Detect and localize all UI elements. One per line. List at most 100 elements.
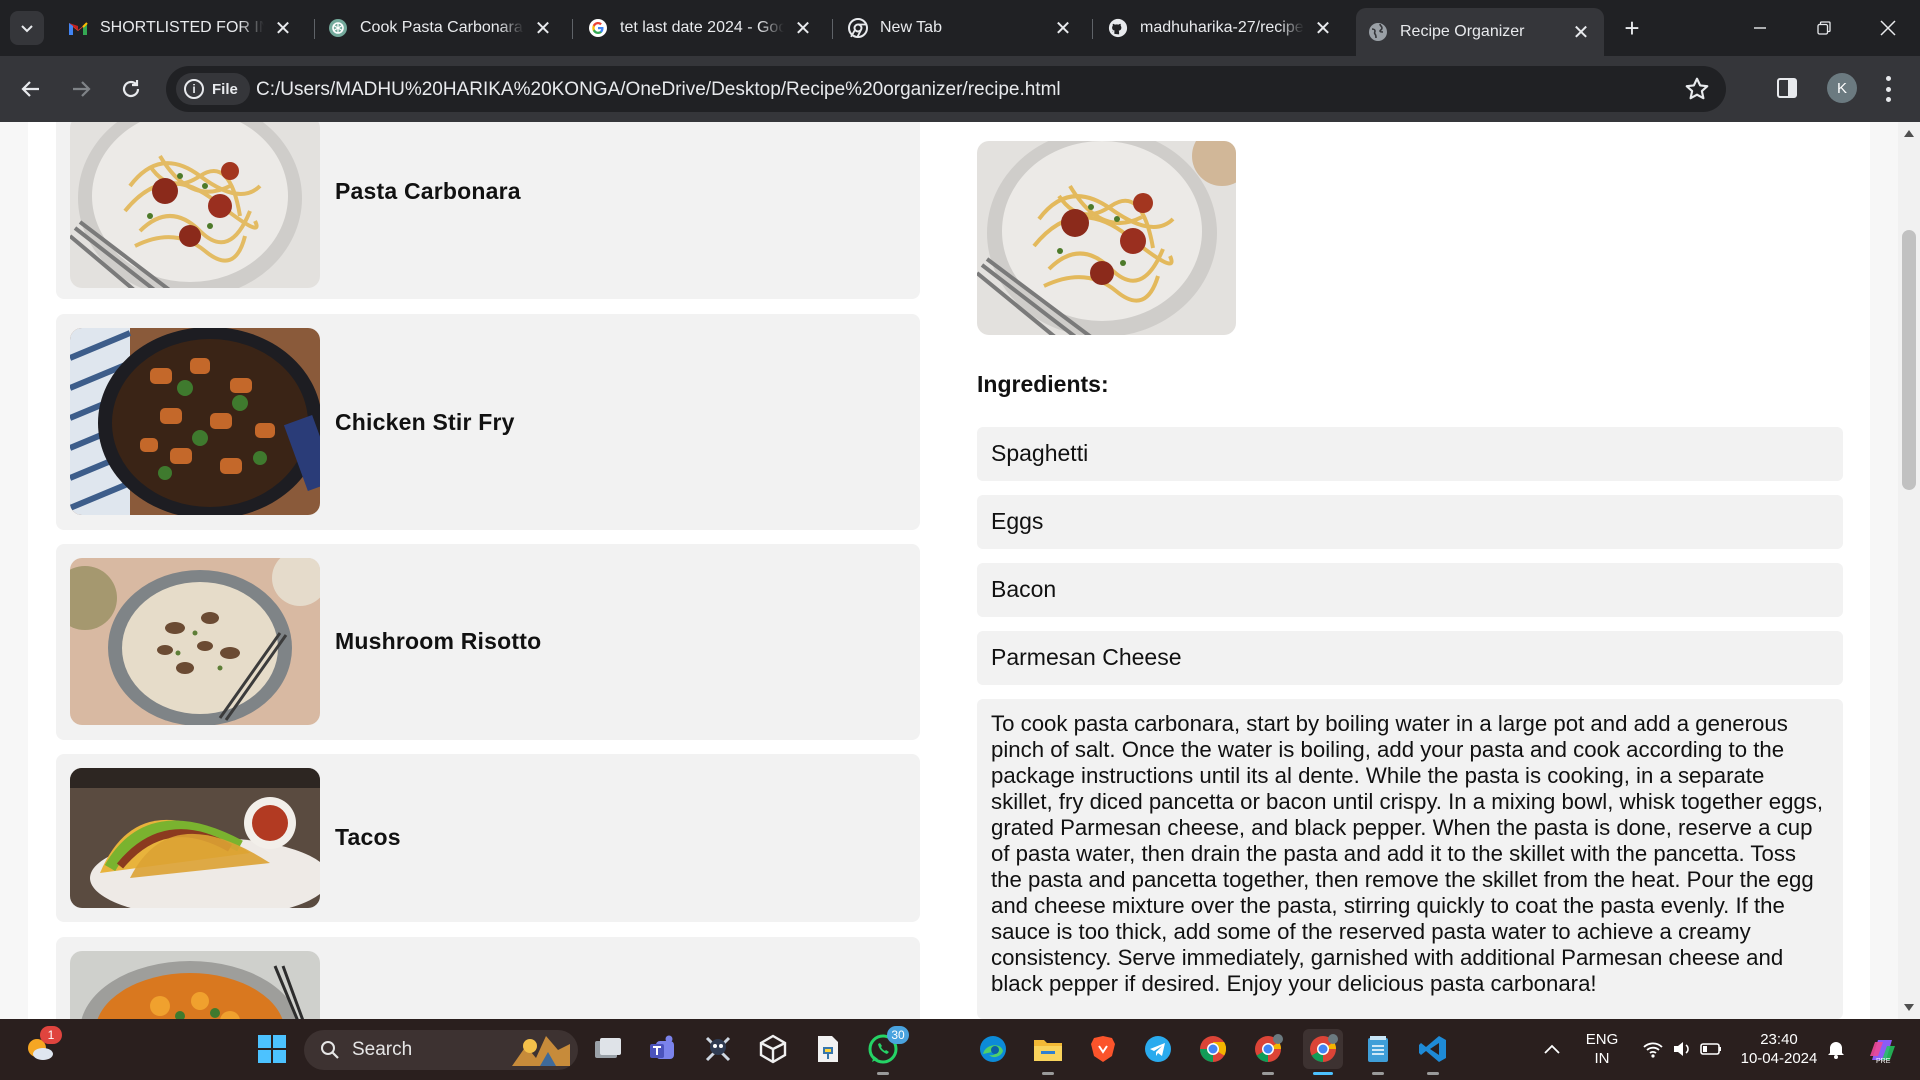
profile-avatar[interactable]: K bbox=[1827, 73, 1857, 103]
browser-tab-bar: SHORTLISTED FOR INTE ✕ Cook Pasta Carbon… bbox=[0, 0, 1920, 56]
tab-chatgpt[interactable]: Cook Pasta Carbonara ✕ bbox=[316, 8, 566, 48]
ingredient-item: Spaghetti bbox=[977, 427, 1843, 481]
teams-app[interactable] bbox=[643, 1029, 683, 1069]
bell-icon bbox=[1828, 1042, 1844, 1059]
tab-title: SHORTLISTED FOR INTE bbox=[100, 19, 264, 36]
whatsapp-app[interactable]: 30 bbox=[863, 1026, 909, 1075]
running-indicator bbox=[1262, 1072, 1274, 1075]
minimize-button[interactable] bbox=[1738, 8, 1782, 48]
browser-menu-button[interactable] bbox=[1876, 76, 1900, 102]
scroll-up-arrow[interactable] bbox=[1898, 122, 1920, 144]
info-icon: i bbox=[184, 79, 204, 99]
scroll-down-arrow[interactable] bbox=[1898, 997, 1920, 1019]
recipe-instructions: To cook pasta carbonara, start by boilin… bbox=[977, 699, 1843, 1019]
tab-search-button[interactable] bbox=[10, 11, 44, 45]
scrollbar-thumb[interactable] bbox=[1902, 230, 1916, 490]
tab-gmail[interactable]: SHORTLISTED FOR INTE ✕ bbox=[56, 8, 306, 48]
unity-app[interactable] bbox=[753, 1029, 793, 1069]
close-tab-icon[interactable]: ✕ bbox=[532, 17, 554, 40]
curry-photo bbox=[70, 951, 320, 1019]
edge-app[interactable] bbox=[973, 1029, 1013, 1069]
tab-new-tab[interactable]: New Tab ✕ bbox=[836, 8, 1086, 48]
tab-divider bbox=[572, 19, 573, 39]
tab-github[interactable]: madhuharika-27/recipe ✕ bbox=[1096, 8, 1346, 48]
notepad-app[interactable] bbox=[1358, 1029, 1398, 1075]
pirate-app[interactable] bbox=[698, 1029, 738, 1069]
close-tab-icon[interactable]: ✕ bbox=[1570, 21, 1592, 44]
chrome-profile-app[interactable] bbox=[1248, 1029, 1288, 1075]
address-bar[interactable]: i File C:/Users/MADHU%20HARIKA%20KONGA/O… bbox=[166, 66, 1726, 112]
github-icon bbox=[1108, 18, 1128, 38]
chrome-app[interactable] bbox=[1193, 1029, 1233, 1069]
minimize-icon bbox=[1754, 27, 1766, 29]
svg-text:PRE: PRE bbox=[1876, 1058, 1891, 1064]
reload-button[interactable] bbox=[114, 72, 148, 106]
back-button[interactable] bbox=[14, 72, 48, 106]
show-hidden-icons-button[interactable] bbox=[1532, 1029, 1572, 1069]
page-scrollbar[interactable] bbox=[1898, 122, 1920, 1019]
chrome-active-app[interactable] bbox=[1303, 1029, 1343, 1075]
taskbar-search-box[interactable]: Search bbox=[304, 1030, 578, 1070]
recipe-organizer-page: Pasta Carbonara Chicken Stir Fry Mushroo… bbox=[28, 122, 1870, 1019]
copilot-button[interactable]: PRE bbox=[1862, 1029, 1902, 1069]
skull-crossbones-icon bbox=[705, 1036, 731, 1062]
close-window-button[interactable] bbox=[1866, 8, 1910, 48]
notepad-icon bbox=[1368, 1036, 1388, 1062]
tab-title: New Tab bbox=[880, 19, 942, 36]
running-indicator bbox=[1427, 1072, 1439, 1075]
vscode-icon bbox=[1419, 1036, 1446, 1062]
close-tab-icon[interactable]: ✕ bbox=[792, 17, 814, 40]
file-explorer-app[interactable] bbox=[1028, 1029, 1068, 1075]
site-info-chip[interactable]: i File bbox=[176, 73, 250, 105]
teams-icon bbox=[650, 1035, 674, 1059]
notifications-button[interactable] bbox=[1816, 1029, 1856, 1069]
brave-lion-icon bbox=[1091, 1036, 1115, 1062]
recipe-card-tacos[interactable]: Tacos bbox=[56, 754, 920, 922]
selected-recipe-photo bbox=[977, 141, 1236, 335]
unity-cube-icon bbox=[759, 1034, 787, 1064]
windows-logo-icon bbox=[258, 1035, 286, 1063]
restore-button[interactable] bbox=[1802, 8, 1846, 48]
ingredient-item: Parmesan Cheese bbox=[977, 631, 1843, 685]
chrome-profile-icon bbox=[1310, 1034, 1338, 1063]
close-tab-icon[interactable]: ✕ bbox=[1312, 17, 1334, 40]
recipe-card-chicken-stir-fry[interactable]: Chicken Stir Fry bbox=[56, 314, 920, 530]
weather-widget[interactable]: 1 bbox=[20, 1026, 62, 1069]
telegram-app[interactable] bbox=[1138, 1029, 1178, 1069]
forward-button[interactable] bbox=[64, 72, 98, 106]
mushroom-risotto-photo bbox=[70, 558, 320, 725]
url-text[interactable]: C:/Users/MADHU%20HARIKA%20KONGA/OneDrive… bbox=[256, 79, 1061, 101]
chevron-up-icon bbox=[1544, 1044, 1560, 1054]
tab-recipe-organizer[interactable]: Recipe Organizer ✕ bbox=[1356, 8, 1604, 56]
quick-settings-button[interactable] bbox=[1637, 1029, 1727, 1069]
vscode-app[interactable] bbox=[1413, 1029, 1453, 1075]
recipe-name: Pasta Carbonara bbox=[335, 178, 521, 204]
tab-title: madhuharika-27/recipe bbox=[1140, 19, 1304, 36]
side-panel-icon[interactable] bbox=[1776, 77, 1798, 99]
chrome-icon bbox=[1199, 1036, 1227, 1063]
clock-time: 23:40 bbox=[1760, 1031, 1798, 1048]
close-tab-icon[interactable]: ✕ bbox=[1052, 17, 1074, 40]
python-editor-app[interactable] bbox=[808, 1029, 848, 1069]
close-tab-icon[interactable]: ✕ bbox=[272, 17, 294, 40]
bookmark-star-icon[interactable] bbox=[1684, 76, 1710, 102]
scheme-label: File bbox=[212, 80, 238, 98]
copilot-icon: PRE bbox=[1870, 1040, 1895, 1064]
tab-google-search[interactable]: tet last date 2024 - Goo ✕ bbox=[576, 8, 826, 48]
tab-divider bbox=[1092, 19, 1093, 39]
reload-icon bbox=[122, 80, 140, 98]
tacos-photo bbox=[70, 768, 320, 908]
telegram-icon bbox=[1145, 1036, 1171, 1062]
task-view-button[interactable] bbox=[588, 1029, 628, 1069]
new-tab-button[interactable]: + bbox=[1616, 12, 1648, 44]
arrow-left-icon bbox=[21, 81, 39, 97]
start-button[interactable] bbox=[252, 1029, 292, 1069]
folder-icon bbox=[1034, 1040, 1062, 1061]
language-indicator[interactable]: ENG IN bbox=[1582, 1030, 1622, 1068]
brave-app[interactable] bbox=[1083, 1029, 1123, 1069]
wifi-icon bbox=[1643, 1042, 1663, 1058]
recipe-card-partial[interactable] bbox=[56, 937, 920, 1019]
recipe-card-pasta-carbonara[interactable]: Pasta Carbonara bbox=[56, 122, 920, 299]
clock[interactable]: 23:40 10-04-2024 bbox=[1732, 1030, 1826, 1068]
recipe-card-mushroom-risotto[interactable]: Mushroom Risotto bbox=[56, 544, 920, 740]
